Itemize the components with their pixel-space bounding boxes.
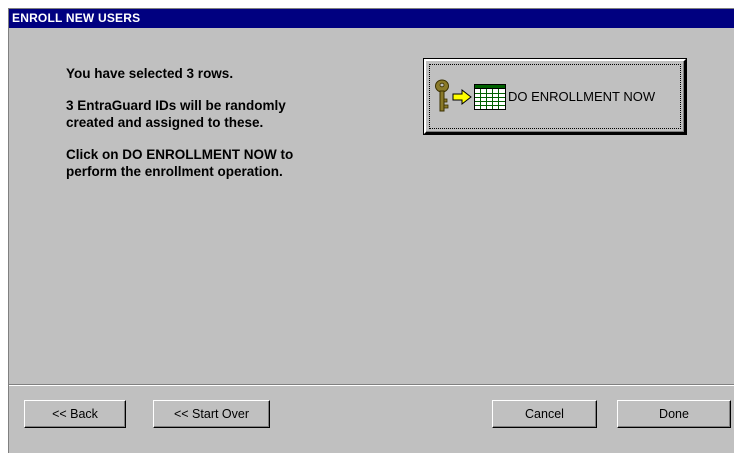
instruction-line-2: perform the enrollment operation. [66,164,283,179]
ids-info-line-2: created and assigned to these. [66,115,264,130]
footer-separator [9,384,734,386]
do-enrollment-now-label: DO ENROLLMENT NOW [508,89,656,104]
do-enrollment-now-button[interactable]: DO ENROLLMENT NOW [424,59,686,134]
instruction-line-1: Click on DO ENROLLMENT NOW to [66,147,294,162]
cancel-button[interactable]: Cancel [492,400,597,428]
selected-rows-text: You have selected 3 rows. [66,66,234,81]
back-button[interactable]: << Back [24,400,126,428]
key-icon [434,79,450,115]
grid-table-icon [474,83,506,110]
done-button[interactable]: Done [617,400,731,428]
arrow-right-icon [452,88,472,106]
start-over-button[interactable]: << Start Over [153,400,270,428]
ids-info-line-1: 3 EntraGuard IDs will be randomly [66,98,286,113]
window-title: ENROLL NEW USERS [9,9,734,28]
enroll-new-users-window: ENROLL NEW USERS You have selected 3 row… [8,8,734,453]
enroll-button-focus-frame: DO ENROLLMENT NOW [429,64,681,129]
